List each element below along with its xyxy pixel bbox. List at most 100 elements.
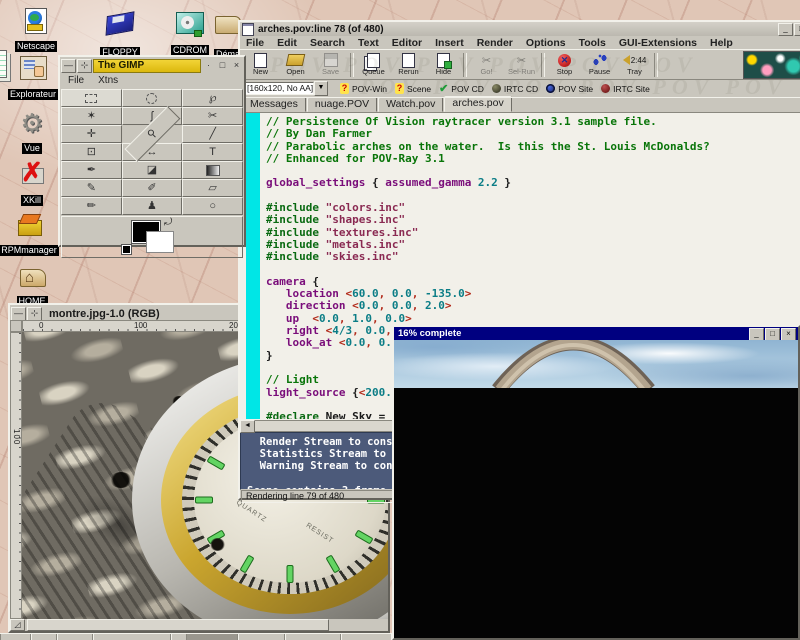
toolbar-queue-button[interactable]: Queue (356, 51, 391, 78)
tool-airbrush[interactable]: ✏ (61, 197, 122, 215)
maximize-icon[interactable]: □ (216, 60, 229, 72)
desktop-icon-rpmmanager[interactable]: RPMmanager (0, 212, 61, 258)
scroll-left-icon[interactable]: ◄ (240, 420, 255, 433)
gimp-color-area[interactable]: ⤾ (61, 216, 243, 258)
desktop-icon-explorateur[interactable]: Explorateur (1, 56, 65, 102)
tool-paintbrush[interactable]: ✐ (122, 179, 183, 197)
taskbar-segment[interactable] (186, 634, 239, 640)
tool-scissors[interactable]: ✂ (182, 107, 243, 125)
resolution-value: [160x120, No AA] (244, 82, 314, 95)
tab-messages[interactable]: Messages (242, 97, 306, 112)
editor-menu-search[interactable]: Search (310, 37, 345, 48)
gimp-titlebar[interactable]: — ⊹ The GIMP · □ × (60, 57, 244, 73)
toolbar-rerun-button[interactable]: Rerun (391, 51, 426, 78)
pin-icon[interactable]: ⊹ (27, 307, 42, 321)
desktop-icon-vue[interactable]: ⚙Vue (0, 110, 64, 156)
maximize-icon[interactable]: □ (794, 23, 800, 36)
taskbar-segment[interactable] (284, 634, 342, 640)
pin-icon[interactable]: ⊹ (77, 59, 92, 73)
default-colors-icon[interactable] (122, 245, 131, 254)
tool-crop[interactable]: ╱ (182, 125, 243, 143)
gimp-title: The GIMP (93, 59, 201, 73)
tool-eraser[interactable]: ▱ (182, 179, 243, 197)
toolbar-stop-button[interactable]: ✕Stop (547, 51, 582, 78)
minimize-icon[interactable]: _ (778, 23, 793, 36)
taskbar-segment[interactable] (340, 634, 392, 640)
tool-move[interactable]: ✛ (61, 125, 122, 143)
desktop-icon-netscape[interactable]: Netscape (4, 8, 68, 54)
tool-clone[interactable]: ♟ (122, 197, 183, 215)
code-line: // Enhanced for POV-Ray 3.1 (266, 153, 800, 165)
taskbar-segment[interactable] (92, 634, 172, 640)
editor-menu-tools[interactable]: Tools (579, 37, 606, 48)
render-titlebar[interactable]: 16% complete _ □ × (394, 327, 798, 340)
icon-label: RPMmanager (0, 245, 59, 256)
tab-archespov[interactable]: arches.pov (444, 96, 511, 112)
link-irtccd[interactable]: IRTC CD (492, 84, 538, 94)
tool-pencil[interactable]: ✎ (61, 179, 122, 197)
new-icon (254, 53, 267, 67)
toolbar-label: Tray (627, 67, 642, 76)
toolbar-pause-button[interactable]: Pause (582, 51, 617, 78)
montre-hscrollbar[interactable]: ◿ (10, 619, 388, 631)
desktop-icon-xkill[interactable]: ✗XKill (0, 162, 64, 208)
editor-menu-help[interactable]: Help (710, 37, 733, 48)
link-povsite[interactable]: POV Site (546, 84, 593, 94)
rerun-icon (402, 53, 415, 67)
scrollbar-thumb[interactable] (27, 619, 329, 631)
ruler-corner[interactable] (10, 320, 22, 332)
taskbar-segment[interactable] (237, 634, 286, 640)
toolbar-new-button[interactable]: New (243, 51, 278, 78)
pause-icon (592, 53, 608, 67)
tab-watchpov[interactable]: Watch.pov (378, 97, 443, 112)
toolbar-open-button[interactable]: Open (278, 51, 313, 78)
rendered-sky (394, 340, 798, 388)
combo-arrow-icon[interactable]: ▼ (314, 81, 328, 96)
link-label: POV CD (451, 84, 484, 94)
editor-menu-edit[interactable]: Edit (277, 37, 297, 48)
gimp-menu-file[interactable]: File (68, 75, 84, 87)
toolbar-selrun-button: ✂Sel-Run (504, 51, 539, 78)
shade-icon[interactable]: — (61, 59, 76, 73)
editor-menu-options[interactable]: Options (526, 37, 566, 48)
toolbar-tray-button[interactable]: 2:44 Tray (617, 51, 652, 78)
editor-menu-insert[interactable]: Insert (435, 37, 464, 48)
swap-colors-icon[interactable]: ⤾ (164, 217, 172, 228)
desktop-icon-floppy[interactable]: FLOPPY (88, 10, 152, 60)
tool-convolve[interactable]: ○ (182, 197, 243, 215)
tool-ellipse-select[interactable] (122, 89, 183, 107)
editor-menu-guiextensions[interactable]: GUI-Extensions (619, 37, 697, 48)
tool-rect-select[interactable] (61, 89, 122, 107)
toolbar-hide-button[interactable]: Hide (426, 51, 461, 78)
tray-clock: 2:44 (631, 56, 647, 65)
tool-color-picker[interactable]: ✒ (61, 161, 122, 179)
taskbar-segment[interactable] (56, 634, 94, 640)
tool-transform[interactable]: ⊡ (61, 143, 122, 161)
taskbar-segment[interactable] (0, 634, 32, 640)
tool-text[interactable]: T (182, 143, 243, 161)
editor-menu-text[interactable]: Text (358, 37, 379, 48)
ruler-label: 100 (134, 321, 147, 330)
tab-nuagepov[interactable]: nuage.POV (307, 97, 377, 112)
tool-bucket-fill[interactable]: ◪ (122, 161, 183, 179)
scroll-corner-icon[interactable]: ◿ (10, 619, 25, 631)
shade-icon[interactable]: — (11, 307, 26, 321)
editor-titlebar[interactable]: arches.pov:line 78 (of 480) _ □ (240, 22, 800, 36)
render-resolution-combo[interactable]: [160x120, No AA] ▼ (244, 81, 328, 96)
link-povcd[interactable]: ✔POV CD (439, 82, 484, 95)
editor-menu-render[interactable]: Render (477, 37, 513, 48)
tool-fuzzy-select[interactable]: ✶ (61, 107, 122, 125)
tool-blend[interactable] (182, 161, 243, 179)
background-swatch[interactable] (146, 231, 174, 253)
editor-menu-file[interactable]: File (246, 37, 264, 48)
close-icon[interactable]: × (230, 60, 243, 72)
tool-free-select[interactable]: ℘ (182, 89, 243, 107)
link-povwin[interactable]: ?POV-Win (340, 83, 387, 94)
taskbar-segment[interactable] (30, 634, 58, 640)
editor-menu-editor[interactable]: Editor (392, 37, 422, 48)
vue-icon: ⚙ (18, 110, 46, 136)
gimp-menu-xtns[interactable]: Xtns (98, 75, 118, 87)
menu-dot-icon[interactable]: · (202, 60, 215, 72)
link-irtcsite[interactable]: IRTC Site (601, 84, 650, 94)
link-scene[interactable]: ?Scene (395, 83, 431, 94)
